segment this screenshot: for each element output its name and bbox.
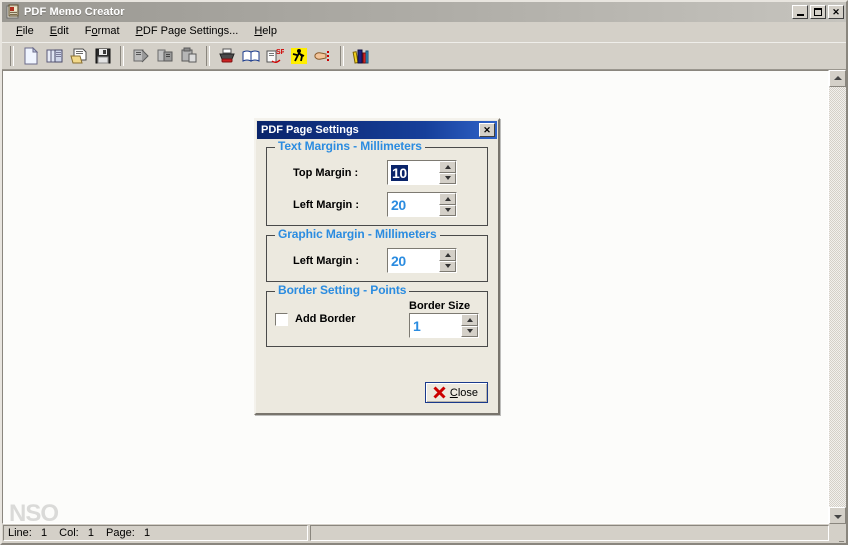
window-controls <box>792 5 844 19</box>
toolbar-separator <box>206 46 210 66</box>
graphic-left-margin-input[interactable]: 20 <box>388 249 439 272</box>
toolbar-separator <box>10 46 14 66</box>
status-line-value: 1 <box>41 527 48 539</box>
vertical-scrollbar[interactable] <box>829 70 846 524</box>
status-pane-position: Line: 1 Col: 1 Page: 1 <box>3 525 308 541</box>
group-graphic-margin: Graphic Margin - Millimeters Left Margin… <box>266 227 488 282</box>
new-document-icon[interactable] <box>19 45 43 68</box>
application-window: PDF Memo Creator File Edit Format PDF Pa… <box>0 0 848 545</box>
scroll-down-arrow-icon[interactable] <box>829 507 846 524</box>
close-button[interactable] <box>828 5 844 19</box>
graphic-left-margin-spinner[interactable]: 20 <box>387 248 457 273</box>
field-top-margin-label: Top Margin : <box>293 166 359 179</box>
border-size-group: Border Size 1 <box>409 300 479 338</box>
field-top-margin: Top Margin : 10 <box>275 160 479 185</box>
spellcheck-icon[interactable]: SP <box>263 45 287 68</box>
cut-icon[interactable] <box>129 45 153 68</box>
text-left-margin-spinner[interactable]: 20 <box>387 192 457 217</box>
field-left-margin-text: Left Margin : 20 <box>275 192 479 217</box>
text-left-margin-spin-up-icon[interactable] <box>439 193 456 205</box>
scrollbar-track[interactable] <box>829 87 846 507</box>
red-x-icon <box>433 386 446 399</box>
app-icon <box>5 4 21 20</box>
minimize-button[interactable] <box>792 5 808 19</box>
status-col-value: 1 <box>87 527 95 539</box>
menu-item-edit[interactable]: Edit <box>42 23 77 40</box>
menubar: File Edit Format PDF Page Settings... He… <box>2 22 846 42</box>
dialog-close-icon[interactable]: ✕ <box>479 123 495 137</box>
border-size-spinner[interactable]: 1 <box>409 313 479 338</box>
field-left-margin-text-label: Left Margin : <box>293 198 359 211</box>
statusbar: Line: 1 Col: 1 Page: 1 <box>2 524 846 543</box>
top-margin-spinner[interactable]: 10 <box>387 160 457 185</box>
group-border-setting: Border Setting - Points Add Border Borde… <box>266 283 488 347</box>
window-title: PDF Memo Creator <box>24 6 125 18</box>
group-text-margins-legend: Text Margins - Millimeters <box>275 139 425 153</box>
paste-icon[interactable] <box>177 45 201 68</box>
window-titlebar: PDF Memo Creator <box>2 2 846 22</box>
add-border-checkbox[interactable] <box>275 312 288 326</box>
top-margin-input[interactable]: 10 <box>388 161 439 184</box>
group-text-margins: Text Margins - Millimeters Top Margin : … <box>266 139 488 226</box>
border-size-spin-down-icon[interactable] <box>461 325 478 337</box>
field-left-margin-graphic-label: Left Margin : <box>293 254 359 267</box>
print-icon[interactable] <box>215 45 239 68</box>
status-col-label: Col: <box>59 527 79 539</box>
border-size-caption: Border Size <box>409 300 471 312</box>
maximize-button[interactable] <box>810 5 826 19</box>
text-left-margin-input[interactable]: 20 <box>388 193 439 216</box>
scroll-up-arrow-icon[interactable] <box>829 70 846 87</box>
dialog-title: PDF Page Settings <box>261 124 359 136</box>
menu-item-help[interactable]: Help <box>246 23 285 40</box>
dialog-titlebar: PDF Page Settings ✕ <box>257 121 497 139</box>
copy-pages-icon[interactable] <box>43 45 67 68</box>
open-folder-icon[interactable] <box>67 45 91 68</box>
status-line-label: Line: <box>8 527 32 539</box>
text-left-margin-spin-down-icon[interactable] <box>439 204 456 216</box>
top-margin-spin-up-icon[interactable] <box>439 161 456 173</box>
toolbar-separator <box>340 46 344 66</box>
book-icon[interactable] <box>239 45 263 68</box>
toolbar: SP <box>2 42 846 70</box>
save-floppy-icon[interactable] <box>91 45 115 68</box>
pdf-page-settings-dialog: PDF Page Settings ✕ Text Margins - Milli… <box>254 118 500 415</box>
border-size-spin-up-icon[interactable] <box>461 314 478 326</box>
group-graphic-margin-legend: Graphic Margin - Millimeters <box>275 227 440 241</box>
menu-item-pdf-page-settings[interactable]: PDF Page Settings... <box>128 23 247 40</box>
dialog-body: Text Margins - Millimeters Top Margin : … <box>256 139 498 413</box>
graphic-left-margin-spin-down-icon[interactable] <box>439 260 456 272</box>
svg-text:SP: SP <box>276 49 284 56</box>
menu-item-format[interactable]: Format <box>77 23 128 40</box>
group-border-setting-legend: Border Setting - Points <box>275 283 410 297</box>
status-pane-message <box>310 525 829 541</box>
field-left-margin-graphic: Left Margin : 20 <box>275 248 479 273</box>
dialog-close-button-label: Close <box>449 386 478 399</box>
status-page-label: Page: <box>106 527 135 539</box>
graphic-left-margin-spin-up-icon[interactable] <box>439 249 456 261</box>
border-size-input[interactable]: 1 <box>410 314 461 337</box>
toolbar-separator <box>120 46 124 66</box>
dialog-close-button[interactable]: Close <box>424 382 488 403</box>
menu-item-file[interactable]: File <box>8 23 42 40</box>
top-margin-spin-down-icon[interactable] <box>439 172 456 184</box>
status-page-value: 1 <box>143 527 151 539</box>
library-books-icon[interactable] <box>349 45 373 68</box>
pointing-hand-icon[interactable] <box>311 45 335 68</box>
dialog-footer: Close <box>424 382 488 403</box>
border-setting-row: Add Border Border Size 1 <box>275 300 479 338</box>
run-person-icon[interactable] <box>287 45 311 68</box>
add-border-label: Add Border <box>295 313 356 325</box>
watermark-label: NSO <box>9 500 59 524</box>
copy-icon[interactable] <box>153 45 177 68</box>
